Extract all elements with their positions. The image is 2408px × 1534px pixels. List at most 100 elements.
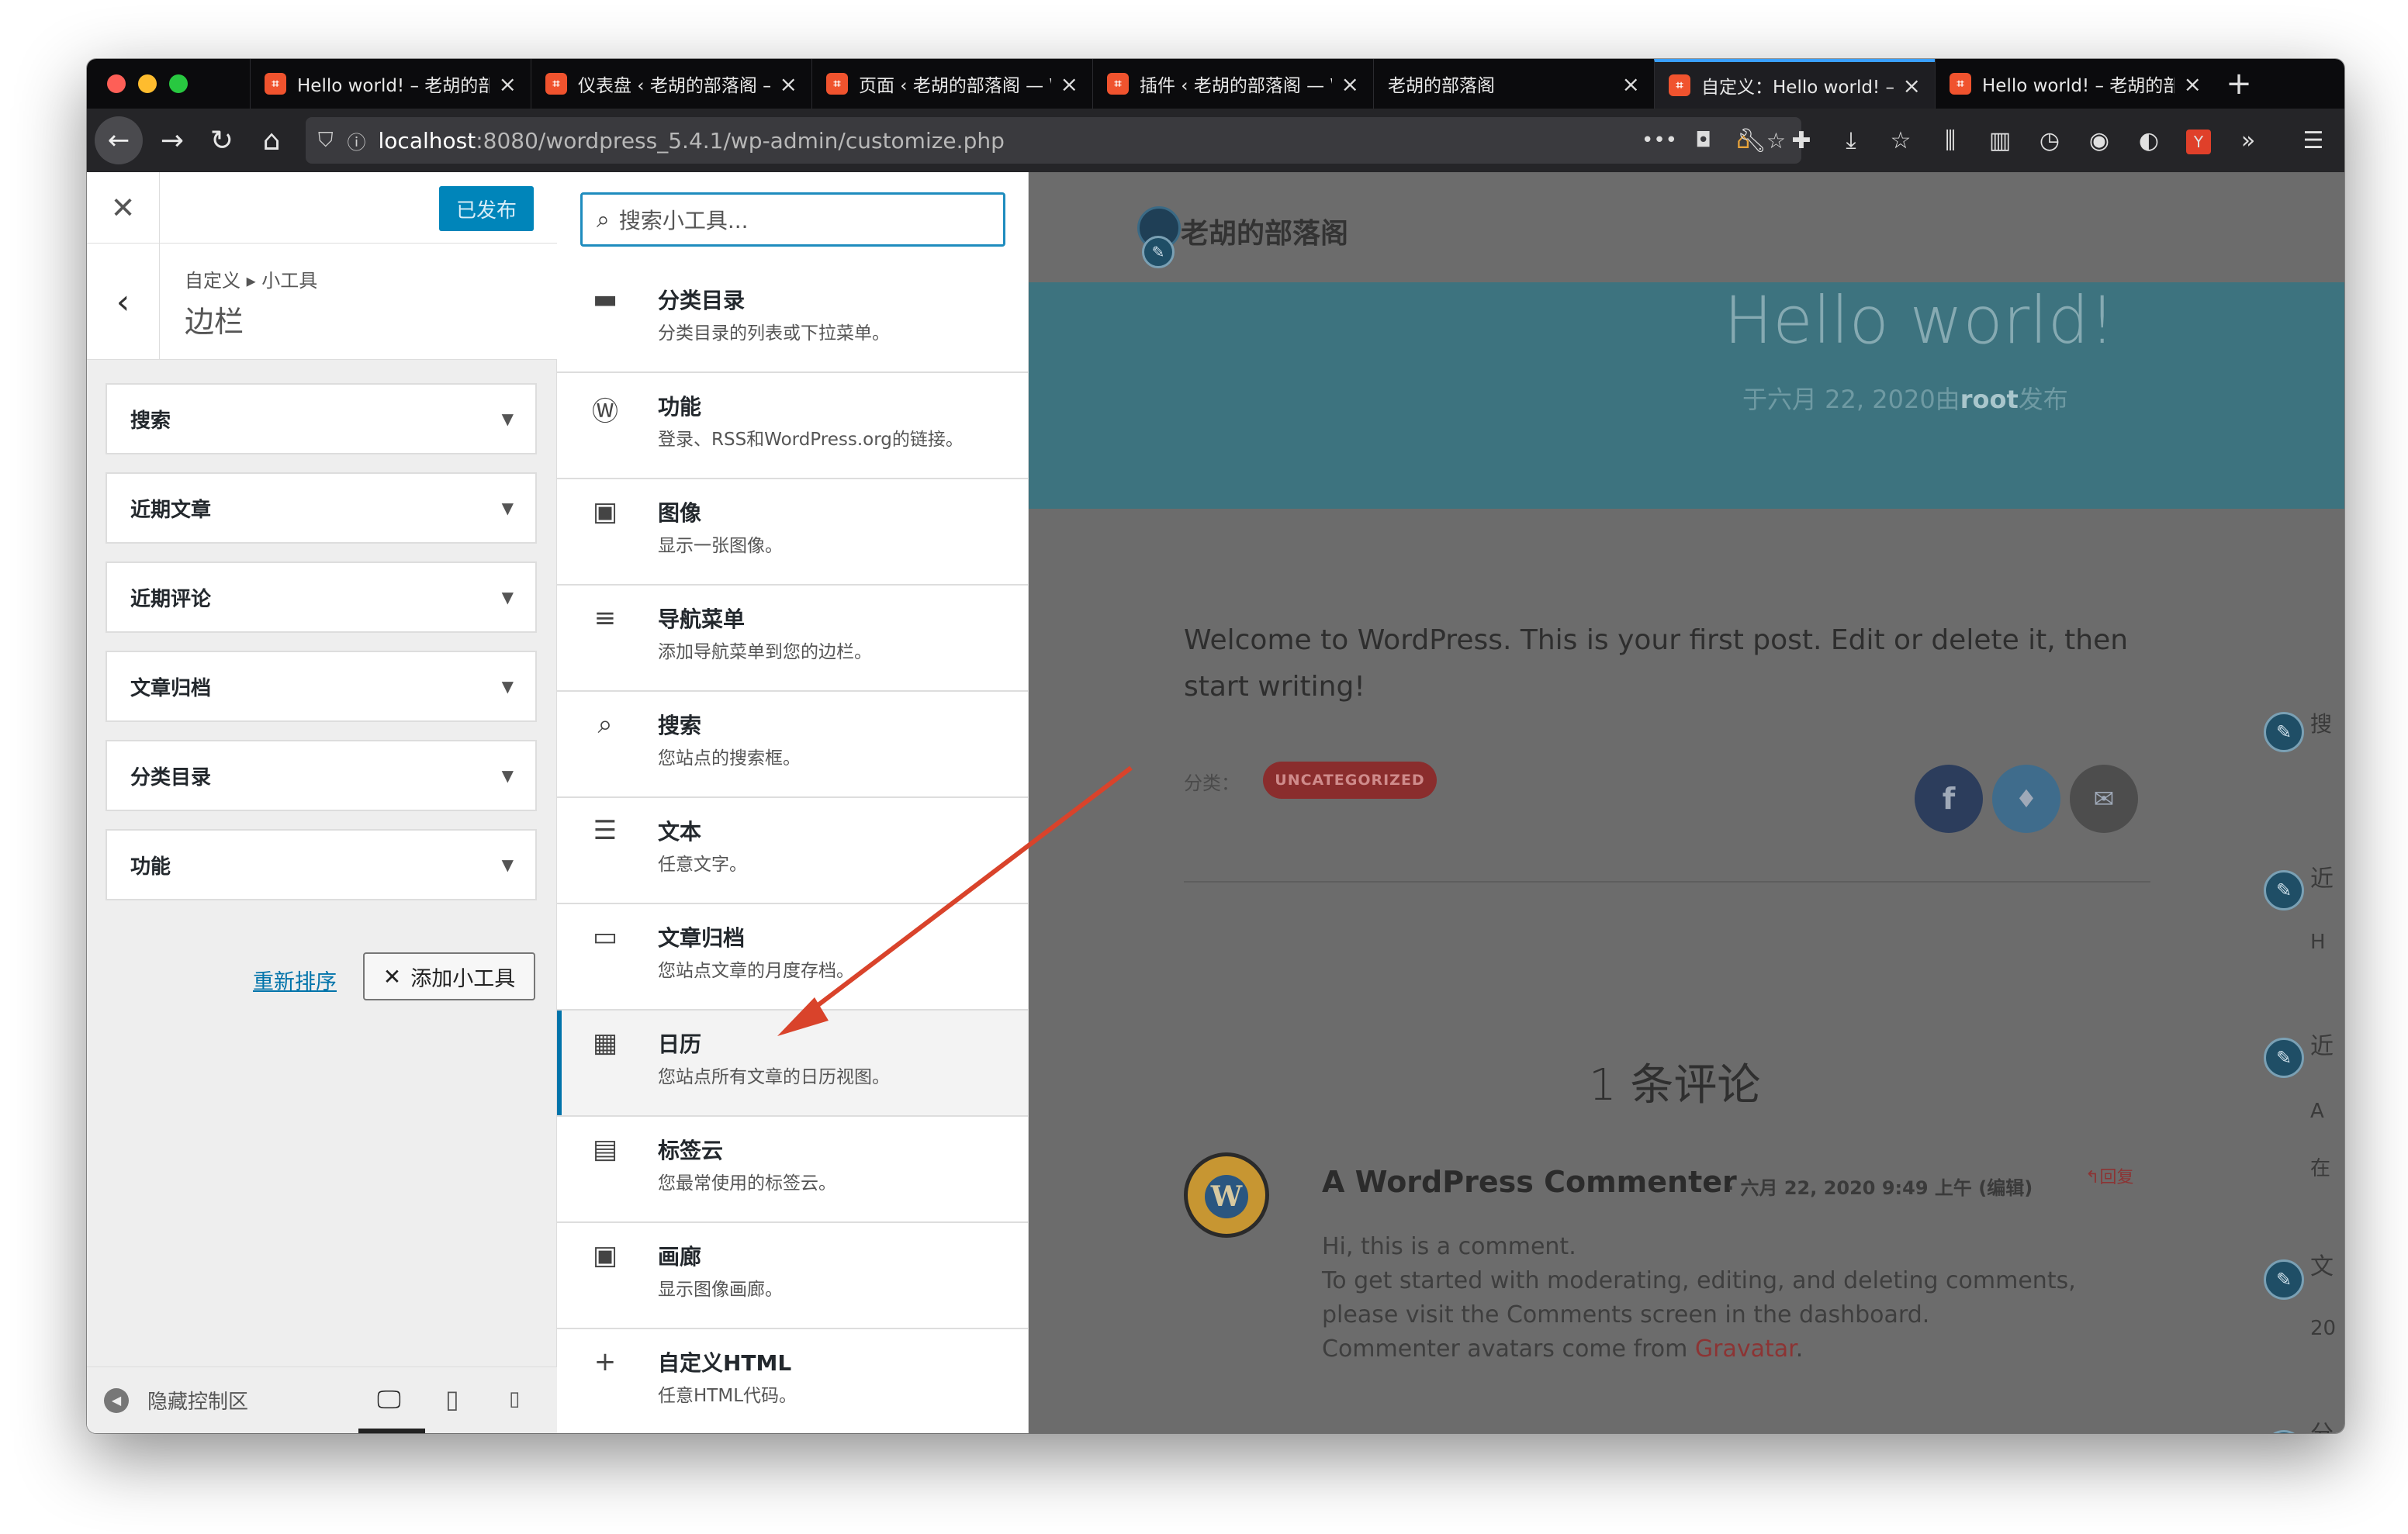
sidebar-icon[interactable]: ▥	[1975, 127, 2025, 154]
forward-button[interactable]: →	[147, 125, 197, 157]
edit-widget-pencil-icon[interactable]: ✎	[2264, 1259, 2304, 1300]
browser-window: ⌗ Hello world! – 老胡的部 × ⌗ 仪表盘 ‹ 老胡的部落阁 – × ⌗…	[87, 59, 2344, 1433]
category-badge[interactable]: UNCATEGORIZED	[1263, 762, 1437, 799]
close-tab-icon[interactable]: ×	[2184, 71, 2202, 97]
tablet-preview-icon[interactable]: ▯	[445, 1384, 459, 1414]
twitter-share-icon[interactable]: ♦	[1992, 765, 2060, 833]
hamburger-menu-icon[interactable]: ☰	[2289, 127, 2338, 154]
download-icon[interactable]: ⤓	[1826, 127, 1876, 154]
info-icon[interactable]: ⓘ	[348, 127, 366, 154]
shield-icon[interactable]: ⛉	[318, 129, 334, 153]
pencil-icon[interactable]: ✎	[1142, 236, 1175, 268]
sidebar-fragment: 文	[2310, 1253, 2334, 1280]
avatar: W	[1184, 1152, 1269, 1238]
new-tab-button[interactable]: +	[2216, 59, 2262, 109]
library-icon[interactable]: ⫼	[1925, 127, 1975, 154]
close-customizer-button[interactable]: ✕	[87, 172, 160, 244]
triangle-down-icon: ▼	[501, 677, 514, 696]
sidebar-fragment: 近	[2310, 865, 2334, 893]
breadcrumb: 自定义 ▸ 小工具	[185, 270, 318, 292]
overflow-chevron-icon[interactable]: »	[2223, 127, 2273, 154]
close-window-button[interactable]	[107, 74, 126, 93]
gravatar-link[interactable]: Gravatar	[1695, 1335, 1796, 1363]
publish-button[interactable]: 已发布	[439, 186, 534, 231]
edit-widget-pencil-icon[interactable]: ✎	[2264, 1430, 2304, 1433]
sidebar-widget-recent-comments[interactable]: 近期评论 ▼	[106, 561, 537, 633]
account-icon[interactable]: ◉	[2074, 127, 2124, 154]
divider	[1184, 881, 2150, 883]
browser-tab[interactable]: ⌗ 页面 ‹ 老胡的部落阁 — W ×	[811, 59, 1092, 109]
email-share-icon[interactable]: ✉	[2070, 765, 2138, 833]
desktop-preview-icon[interactable]: 🖵︎	[377, 1384, 401, 1415]
browser-tab[interactable]: ⌗ Hello world! – 老胡的部 ×	[1935, 59, 2216, 109]
reply-link[interactable]: ↰回复	[2085, 1163, 2133, 1188]
close-tab-icon[interactable]: ×	[499, 71, 517, 97]
widget-item-image[interactable]: ▣ 图像 显示一张图像。	[557, 479, 1028, 586]
hide-controls-button[interactable]: ◀ 隐藏控制区	[104, 1386, 248, 1415]
sidebar-widget-meta[interactable]: 功能 ▼	[106, 829, 537, 900]
tab-bar: ⌗ Hello world! – 老胡的部 × ⌗ 仪表盘 ‹ 老胡的部落阁 – × ⌗…	[87, 59, 2344, 109]
sidebar-widget-recent-posts[interactable]: 近期文章 ▼	[106, 472, 537, 544]
widget-item-meta[interactable]: Ⓦ 功能 登录、RSS和WordPress.org的链接。	[557, 373, 1028, 479]
widget-item-gallery[interactable]: ▣ 画廊 显示图像画廊。	[557, 1223, 1028, 1329]
close-tab-icon[interactable]: ×	[1622, 71, 1640, 97]
wrench-icon[interactable]: 🔧︎	[1727, 127, 1777, 154]
puzzle-icon[interactable]: ✚	[1777, 127, 1826, 154]
widget-item-tag-cloud[interactable]: ▤ 标签云 您最常使用的标签云。	[557, 1117, 1028, 1223]
page-actions-icon[interactable]: •••	[1642, 129, 1677, 152]
section-header: ‹ 自定义 ▸ 小工具 边栏	[87, 244, 557, 360]
widget-item-categories[interactable]: ▬ 分类目录 分类目录的列表或下拉菜单。	[557, 267, 1028, 373]
sidebar-fragment: 在	[2310, 1157, 2331, 1180]
browser-tab[interactable]: ⌗ 仪表盘 ‹ 老胡的部落阁 – ×	[531, 59, 811, 109]
zoom-window-button[interactable]	[169, 74, 188, 93]
menu-icon: ≡	[593, 603, 617, 634]
customizer-header: ✕ 已发布	[87, 172, 557, 244]
edit-widget-pencil-icon[interactable]: ✎	[2264, 712, 2304, 752]
triangle-down-icon: ▼	[501, 499, 514, 517]
widget-item-calendar[interactable]: ▦ 日历 您站点所有文章的日历视图。	[557, 1011, 1028, 1117]
reload-button[interactable]: ↻	[197, 125, 247, 157]
widget-item-custom-html[interactable]: + 自定义HTML 任意HTML代码。	[557, 1329, 1028, 1433]
site-preview: 老胡的部落阁 ✎ Hello world! 于六月 22, 2020由root发…	[1029, 172, 2344, 1433]
back-to-widgets-button[interactable]: ‹	[87, 244, 160, 360]
extension-red-icon[interactable]: Y	[2174, 126, 2223, 154]
widget-item-text[interactable]: ☰ 文本 任意文字。	[557, 798, 1028, 904]
sidebar-widget-search[interactable]: 搜索 ▼	[106, 383, 537, 454]
minimize-window-button[interactable]	[138, 74, 157, 93]
edit-widget-pencil-icon[interactable]: ✎	[2264, 1038, 2304, 1078]
mobile-preview-icon[interactable]: ▯	[509, 1387, 520, 1411]
widget-search-input[interactable]: ⌕ 搜索小工具...	[580, 192, 1005, 247]
history-icon[interactable]: ◷	[2025, 127, 2074, 154]
plus-icon: +	[593, 1346, 617, 1377]
sidebar-widget-categories[interactable]: 分类目录 ▼	[106, 740, 537, 811]
browser-tab-active[interactable]: ⌗ 自定义：Hello world! – ×	[1654, 59, 1935, 109]
close-tab-icon[interactable]: ×	[1341, 71, 1359, 97]
edit-widget-pencil-icon[interactable]: ✎	[2264, 870, 2304, 910]
address-bar[interactable]: ⛉ ⓘ localhost:8080/wordpress_5.4.1/wp-ad…	[306, 117, 1801, 164]
close-tab-icon[interactable]: ×	[1903, 73, 1921, 98]
browser-tab[interactable]: ⌗ Hello world! – 老胡的部 ×	[250, 59, 531, 109]
triangle-down-icon: ▼	[501, 766, 514, 785]
site-name[interactable]: 老胡的部落阁	[1181, 211, 1348, 251]
home-button[interactable]: ⌂	[247, 125, 296, 157]
add-widget-button[interactable]: ✕ 添加小工具	[363, 952, 535, 1000]
back-button[interactable]: ←	[95, 116, 143, 164]
url-path: :8080/wordpress_5.4.1/wp-admin/customize…	[476, 127, 1005, 154]
post-hero: Hello world! 于六月 22, 2020由root发布	[1029, 282, 2344, 509]
reorder-link[interactable]: 重新排序	[253, 965, 337, 995]
widget-item-archives[interactable]: ▭ 文章归档 您站点文章的月度存档。	[557, 904, 1028, 1011]
browser-tab[interactable]: ⌗ 插件 ‹ 老胡的部落阁 — W ×	[1092, 59, 1373, 109]
comment-meta[interactable]: · 六月 22, 2020 9:49 上午 (编辑)	[1727, 1173, 2033, 1200]
commenter-name[interactable]: A WordPress Commenter	[1322, 1165, 1737, 1199]
close-tab-icon[interactable]: ×	[780, 71, 797, 97]
save-page-icon[interactable]: ☆	[1876, 127, 1925, 154]
extension-icon[interactable]: ◐	[2124, 127, 2174, 154]
facebook-share-icon[interactable]: f	[1915, 765, 1983, 833]
widget-item-search[interactable]: ⌕ 搜索 您站点的搜索框。	[557, 692, 1028, 798]
browser-tab[interactable]: 老胡的部落阁 ×	[1373, 59, 1654, 109]
navigation-toolbar: ← → ↻ ⌂ ⛉ ⓘ localhost:8080/wordpress_5.4…	[87, 109, 2344, 172]
widget-item-nav-menu[interactable]: ≡ 导航菜单 添加导航菜单到您的边栏。	[557, 586, 1028, 692]
pocket-icon[interactable]: ◘	[1695, 129, 1711, 152]
sidebar-widget-archives[interactable]: 文章归档 ▼	[106, 651, 537, 722]
close-tab-icon[interactable]: ×	[1060, 71, 1078, 97]
